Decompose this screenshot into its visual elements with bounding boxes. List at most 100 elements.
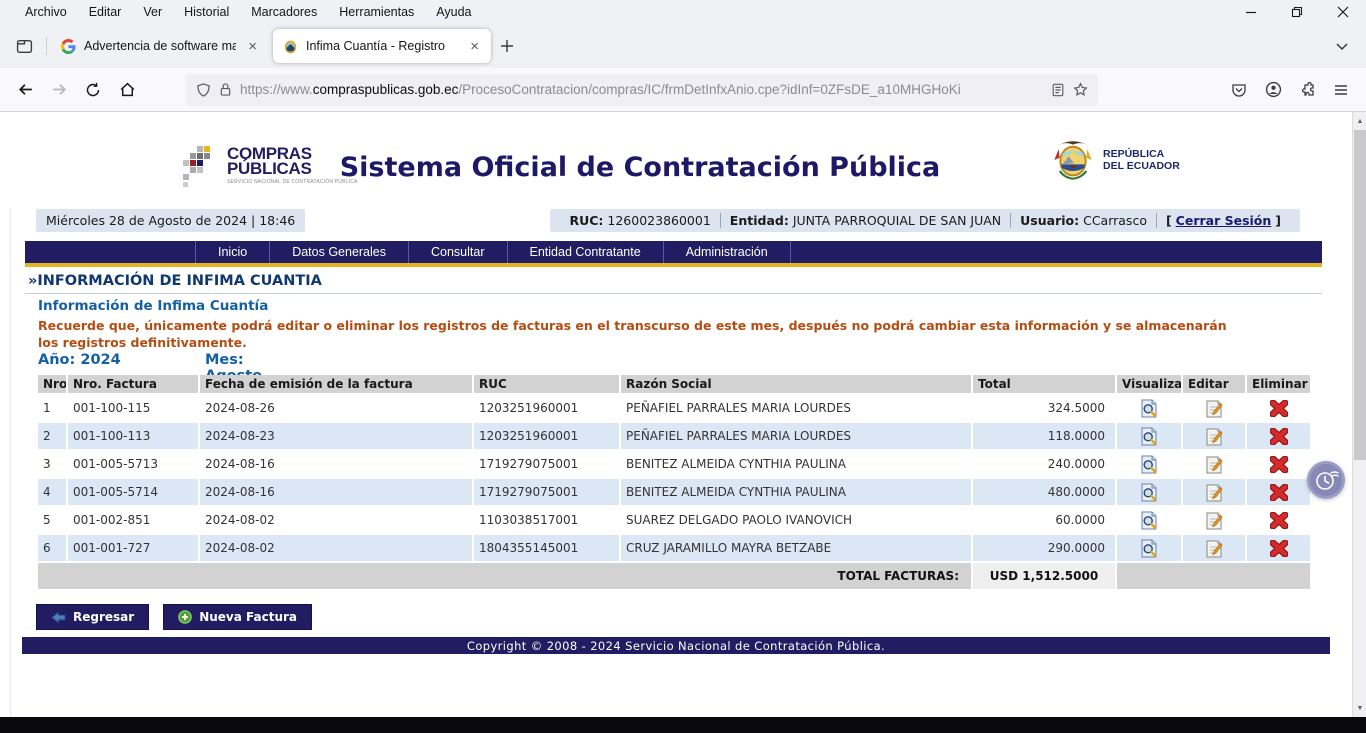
firefox-view-icon[interactable] bbox=[8, 30, 40, 62]
scroll-up-icon[interactable]: ▲ bbox=[1353, 114, 1366, 128]
forward-icon[interactable] bbox=[42, 74, 76, 106]
tab-title: Advertencia de software malici bbox=[84, 39, 236, 53]
republica-del-ecuador-logo: REPÚBLICA DEL ECUADOR bbox=[1050, 138, 1180, 182]
user-display: Usuario: CCarrasco bbox=[1011, 213, 1157, 228]
gold-accent-bar bbox=[25, 263, 1322, 267]
tab-infima-cuantia[interactable]: Infima Cuantía - Registro × bbox=[273, 29, 491, 63]
new-tab-button[interactable] bbox=[491, 30, 523, 62]
document-pencil-icon[interactable] bbox=[1206, 483, 1223, 502]
back-icon[interactable] bbox=[8, 74, 42, 106]
close-tab-icon[interactable]: × bbox=[244, 37, 261, 56]
cell-factura: 001-005-5714 bbox=[68, 479, 198, 505]
nueva-factura-button[interactable]: Nueva Factura bbox=[163, 604, 312, 630]
scrollbar-thumb[interactable] bbox=[1354, 130, 1366, 460]
menu-item-marcadores[interactable]: Marcadores bbox=[240, 2, 328, 22]
tab-bar: Advertencia de software malici × Infima … bbox=[0, 24, 1366, 68]
cell-razon-social: PEÑAFIEL PARRALES MARIA LOURDES bbox=[621, 423, 971, 449]
menu-item-ayuda[interactable]: Ayuda bbox=[425, 2, 482, 22]
red-x-icon[interactable] bbox=[1270, 456, 1288, 473]
plus-circle-icon bbox=[178, 610, 192, 624]
document-pencil-icon[interactable] bbox=[1206, 399, 1223, 418]
cell-razon-social: CRUZ JARAMILLO MAYRA BETZABE bbox=[621, 535, 971, 561]
column-header-eliminar: Eliminar bbox=[1247, 375, 1310, 393]
document-pencil-icon[interactable] bbox=[1206, 427, 1223, 446]
document-pencil-icon[interactable] bbox=[1206, 455, 1223, 474]
warning-text: Recuerde que, únicamente podrá editar o … bbox=[38, 317, 1230, 351]
menu-item-herramientas[interactable]: Herramientas bbox=[328, 2, 425, 22]
red-x-icon[interactable] bbox=[1270, 484, 1288, 501]
cell-total: 60.0000 bbox=[973, 507, 1115, 533]
nav-item-inicio[interactable]: Inicio bbox=[195, 241, 270, 263]
close-tab-icon[interactable]: × bbox=[466, 37, 483, 56]
menu-item-archivo[interactable]: Archivo bbox=[14, 2, 78, 22]
pocket-icon[interactable] bbox=[1222, 74, 1256, 106]
column-header-total: Total bbox=[973, 375, 1115, 393]
taskbar-strip bbox=[0, 717, 1366, 733]
invoice-table: NroNro. FacturaFecha de emisión de la fa… bbox=[36, 373, 1312, 591]
document-pencil-icon[interactable] bbox=[1206, 539, 1223, 558]
cell-fecha: 2024-08-02 bbox=[200, 535, 472, 561]
table-row: 4 001-005-5714 2024-08-16 1719279075001 … bbox=[38, 479, 1310, 505]
session-info: RUC: 1260023860001 Entidad: JUNTA PARROQ… bbox=[550, 209, 1300, 232]
cell-nro: 5 bbox=[38, 507, 66, 533]
minimize-button[interactable] bbox=[1228, 0, 1274, 24]
invoice-table-header-row: NroNro. FacturaFecha de emisión de la fa… bbox=[38, 375, 1310, 393]
datetime-display: Miércoles 28 de Agosto de 2024 | 18:46 bbox=[36, 209, 305, 232]
nav-item-administracion[interactable]: Administración bbox=[664, 241, 791, 263]
cell-total: 324.5000 bbox=[973, 395, 1115, 421]
cell-factura: 001-002-851 bbox=[68, 507, 198, 533]
bookmark-star-icon[interactable] bbox=[1073, 82, 1088, 97]
cell-total: 118.0000 bbox=[973, 423, 1115, 449]
session-timer-widget[interactable] bbox=[1307, 461, 1345, 499]
document-pencil-icon[interactable] bbox=[1206, 511, 1223, 530]
regresar-button[interactable]: Regresar bbox=[36, 604, 149, 630]
cell-razon-social: SUAREZ DELGADO PAOLO IVANOVICH bbox=[621, 507, 971, 533]
nav-item-consultar[interactable]: Consultar bbox=[409, 241, 508, 263]
menu-item-historial[interactable]: Historial bbox=[173, 2, 240, 22]
menu-item-editar[interactable]: Editar bbox=[78, 2, 133, 22]
account-icon[interactable] bbox=[1256, 74, 1290, 106]
table-row: 3 001-005-5713 2024-08-16 1719279075001 … bbox=[38, 451, 1310, 477]
cell-factura: 001-100-115 bbox=[68, 395, 198, 421]
list-all-tabs-icon[interactable] bbox=[1326, 30, 1358, 62]
cell-factura: 001-001-727 bbox=[68, 535, 198, 561]
total-row: TOTAL FACTURAS: USD 1,512.5000 bbox=[38, 563, 1310, 589]
url-text[interactable]: https://www.compraspublicas.gob.ec/Proce… bbox=[240, 82, 1043, 97]
cell-razon-social: PEÑAFIEL PARRALES MARIA LOURDES bbox=[621, 395, 971, 421]
red-x-icon[interactable] bbox=[1270, 512, 1288, 529]
menu-item-ver[interactable]: Ver bbox=[132, 2, 173, 22]
reload-icon[interactable] bbox=[76, 74, 110, 106]
cell-ruc: 1719279075001 bbox=[474, 451, 619, 477]
home-icon[interactable] bbox=[110, 74, 144, 106]
regresar-label: Regresar bbox=[73, 610, 134, 624]
restore-button[interactable] bbox=[1274, 0, 1320, 24]
document-magnifier-icon[interactable] bbox=[1141, 511, 1158, 530]
close-window-button[interactable] bbox=[1320, 0, 1366, 24]
lock-icon[interactable] bbox=[219, 82, 232, 97]
document-magnifier-icon[interactable] bbox=[1141, 427, 1158, 446]
document-magnifier-icon[interactable] bbox=[1141, 539, 1158, 558]
red-x-icon[interactable] bbox=[1270, 428, 1288, 445]
total-facturas-label: TOTAL FACTURAS: bbox=[38, 563, 971, 589]
url-bar[interactable]: https://www.compraspublicas.gob.ec/Proce… bbox=[186, 74, 1098, 106]
document-magnifier-icon[interactable] bbox=[1141, 455, 1158, 474]
document-magnifier-icon[interactable] bbox=[1141, 399, 1158, 418]
copyright-footer: Copyright © 2008 - 2024 Servicio Naciona… bbox=[22, 637, 1330, 654]
scroll-down-icon[interactable]: ▼ bbox=[1353, 701, 1366, 715]
tab-malware-warning[interactable]: Advertencia de software malici × bbox=[51, 29, 269, 63]
document-magnifier-icon[interactable] bbox=[1141, 483, 1158, 502]
extensions-icon[interactable] bbox=[1290, 74, 1324, 106]
column-header-fecha-de-emision-de-la-factura: Fecha de emisión de la factura bbox=[200, 375, 472, 393]
reader-view-icon[interactable] bbox=[1051, 83, 1065, 97]
red-x-icon[interactable] bbox=[1270, 400, 1288, 417]
vertical-scrollbar[interactable]: ▲ ▼ bbox=[1352, 112, 1366, 717]
nav-item-datos-generales[interactable]: Datos Generales bbox=[270, 241, 409, 263]
republic-line1: REPÚBLICA bbox=[1103, 148, 1180, 160]
cell-fecha: 2024-08-26 bbox=[200, 395, 472, 421]
hamburger-menu-icon[interactable] bbox=[1324, 74, 1358, 106]
logout-link[interactable]: Cerrar Sesión bbox=[1176, 213, 1272, 228]
nav-item-entidad-contratante[interactable]: Entidad Contratante bbox=[508, 241, 664, 263]
shield-icon[interactable] bbox=[196, 82, 211, 98]
table-row: 6 001-001-727 2024-08-02 1804355145001 C… bbox=[38, 535, 1310, 561]
red-x-icon[interactable] bbox=[1270, 540, 1288, 557]
